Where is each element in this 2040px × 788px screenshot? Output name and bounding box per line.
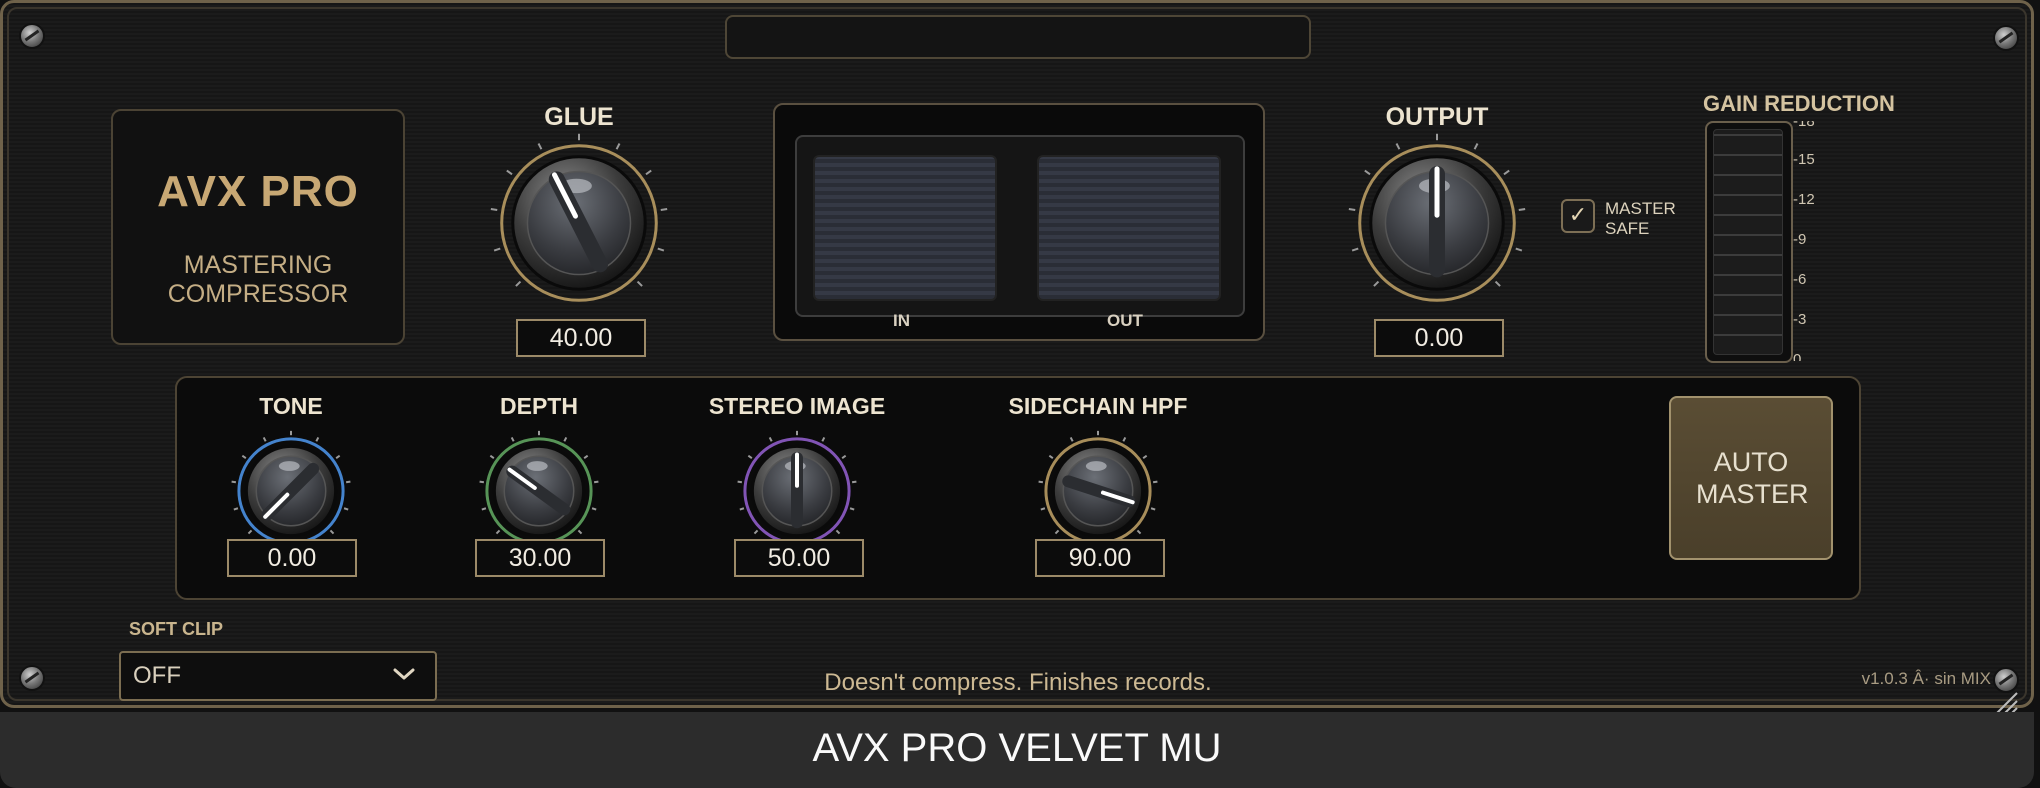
output-label: OUTPUT <box>1385 103 1489 131</box>
auto-master-label: AUTO MASTER <box>1696 447 1809 509</box>
gain-reduction-scale: -18 -15 -12 -9 -6 -3 0 <box>1793 121 1853 361</box>
screw-icon <box>19 23 45 49</box>
soft-clip-value: OFF <box>133 662 181 689</box>
gr-tick: -18 <box>1793 121 1815 130</box>
gr-tick: -15 <box>1793 151 1815 168</box>
plugin-panel: AVX PRO MASTERING COMPRESSOR GLUE 40.00 … <box>0 0 2034 714</box>
soft-clip-label: SOFT CLIP <box>129 619 223 639</box>
output-value[interactable]: 0.00 <box>1374 319 1504 357</box>
input-meter <box>813 155 997 301</box>
sidechain-hpf-knob[interactable] <box>1036 429 1160 553</box>
output-meter-label: OUT <box>1107 311 1143 330</box>
tone-value[interactable]: 0.00 <box>227 539 357 577</box>
stereo-image-label: STEREO IMAGE <box>708 393 886 419</box>
brand-panel: AVX PRO MASTERING COMPRESSOR <box>111 109 405 345</box>
check-icon: ✓ <box>1568 203 1588 228</box>
stereo-image-knob[interactable] <box>735 429 859 553</box>
window-titlebar: AVX PRO VELVET MU <box>0 712 2034 788</box>
io-meter-inner <box>795 135 1245 317</box>
gain-reduction-title: GAIN REDUCTION <box>1703 91 1895 116</box>
gr-tick: -9 <box>1793 231 1807 248</box>
depth-label: DEPTH <box>500 393 578 419</box>
tone-knob[interactable] <box>229 429 353 553</box>
brand-title: AVX PRO <box>157 167 359 216</box>
app-title: AVX PRO VELVET MU <box>812 726 1222 770</box>
sidechain-hpf-value[interactable]: 90.00 <box>1035 539 1165 577</box>
input-meter-label: IN <box>893 311 910 330</box>
glue-knob[interactable] <box>487 131 671 315</box>
brand-subtitle: MASTERING COMPRESSOR <box>167 251 349 308</box>
sidechain-hpf-label: SIDECHAIN HPF <box>1008 393 1188 419</box>
output-meter <box>1037 155 1221 301</box>
io-meter: IN OUT <box>773 103 1265 341</box>
version-label: v1.0.3 Â· sin MIX <box>1861 669 1991 688</box>
gain-reduction-meter <box>1705 121 1793 363</box>
tagline: Doesn't compress. Finishes records. <box>824 669 1212 696</box>
glue-value[interactable]: 40.00 <box>516 319 646 357</box>
chevron-down-icon <box>393 668 415 680</box>
depth-knob[interactable] <box>477 429 601 553</box>
output-knob[interactable] <box>1345 131 1529 315</box>
glue-label: GLUE <box>544 103 614 131</box>
depth-value[interactable]: 30.00 <box>475 539 605 577</box>
soft-clip-dropdown[interactable]: OFF <box>119 651 437 701</box>
gr-tick: -6 <box>1793 271 1807 288</box>
master-safe-label: MASTER SAFE <box>1605 199 1676 238</box>
auto-master-button[interactable]: AUTO MASTER <box>1669 396 1833 560</box>
screw-icon <box>19 665 45 691</box>
gr-tick: 0 <box>1793 351 1802 361</box>
stereo-image-value[interactable]: 50.00 <box>734 539 864 577</box>
screw-icon <box>1993 25 2019 51</box>
gr-tick: -12 <box>1793 191 1815 208</box>
preset-display[interactable] <box>725 15 1311 59</box>
gr-tick: -3 <box>1793 311 1807 328</box>
master-safe-checkbox[interactable]: ✓ <box>1561 199 1595 233</box>
tone-label: TONE <box>259 393 323 419</box>
